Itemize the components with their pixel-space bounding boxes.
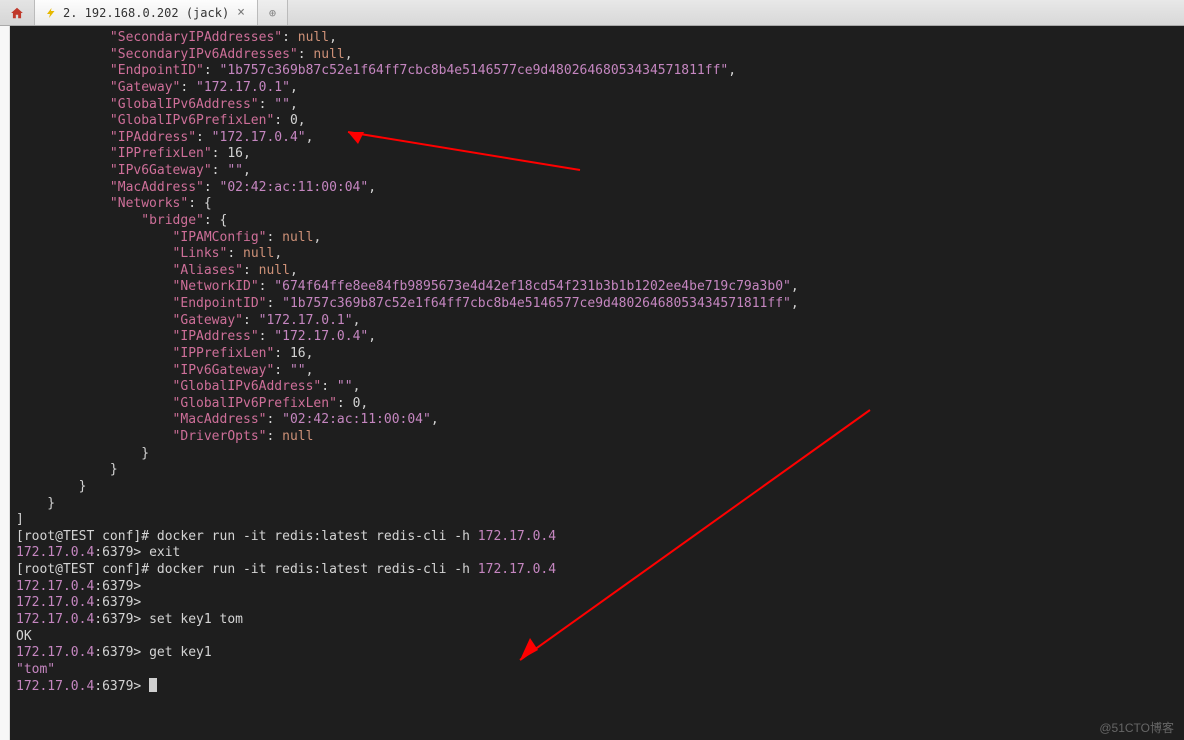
json-line: "GlobalIPv6Address": "", — [16, 379, 360, 394]
plus-icon: ⊕ — [269, 6, 276, 20]
json-line: "GlobalIPv6PrefixLen": 0, — [16, 113, 306, 128]
watermark: @51CTO博客 — [1099, 719, 1174, 736]
json-line: "Gateway": "172.17.0.1", — [16, 313, 360, 328]
left-gutter — [0, 26, 10, 740]
json-line: "IPAddress": "172.17.0.4", — [16, 329, 376, 344]
close-icon[interactable]: × — [235, 5, 247, 20]
json-line: } — [16, 479, 86, 494]
json-line: "SecondaryIPAddresses": null, — [16, 30, 337, 45]
json-line: "GlobalIPv6PrefixLen": 0, — [16, 396, 368, 411]
active-tab[interactable]: 2. 192.168.0.202 (jack) × — [35, 0, 258, 25]
home-icon — [10, 6, 24, 20]
shell-line: 172.17.0.4:6379> get key1 — [16, 645, 212, 660]
json-line: "Links": null, — [16, 246, 282, 261]
shell-line: [root@TEST conf]# docker run -it redis:l… — [16, 529, 556, 544]
new-tab-button[interactable]: ⊕ — [258, 0, 288, 25]
home-tab[interactable] — [0, 0, 35, 25]
terminal-output[interactable]: "SecondaryIPAddresses": null, "Secondary… — [10, 26, 1184, 740]
json-line: "EndpointID": "1b757c369b87c52e1f64ff7cb… — [16, 296, 799, 311]
json-line: "Gateway": "172.17.0.1", — [16, 80, 298, 95]
json-line: "IPPrefixLen": 16, — [16, 346, 313, 361]
tab-bar: 2. 192.168.0.202 (jack) × ⊕ — [0, 0, 1184, 26]
json-line: "DriverOpts": null — [16, 429, 313, 444]
json-line: "IPPrefixLen": 16, — [16, 146, 251, 161]
json-line: "MacAddress": "02:42:ac:11:00:04", — [16, 412, 439, 427]
shell-line: "tom" — [16, 662, 55, 677]
json-line: "Aliases": null, — [16, 263, 298, 278]
shell-line: 172.17.0.4:6379> — [16, 595, 149, 610]
json-line: "IPv6Gateway": "", — [16, 163, 251, 178]
shell-prompt-current[interactable]: 172.17.0.4:6379> — [16, 679, 157, 694]
shell-line: 172.17.0.4:6379> set key1 tom — [16, 612, 243, 627]
json-line: ] — [16, 512, 24, 527]
shell-line: OK — [16, 629, 32, 644]
json-line: } — [16, 462, 118, 477]
json-line: "MacAddress": "02:42:ac:11:00:04", — [16, 180, 376, 195]
shell-line: 172.17.0.4:6379> exit — [16, 545, 180, 560]
json-line: "GlobalIPv6Address": "", — [16, 97, 298, 112]
json-line: } — [16, 446, 149, 461]
shell-line: [root@TEST conf]# docker run -it redis:l… — [16, 562, 556, 577]
json-line: "IPv6Gateway": "", — [16, 363, 313, 378]
json-line: } — [16, 496, 55, 511]
shell-line: 172.17.0.4:6379> — [16, 579, 149, 594]
lightning-icon — [45, 7, 57, 19]
json-line: "IPAMConfig": null, — [16, 230, 321, 245]
json-line: "NetworkID": "674f64ffe8ee84fb9895673e4d… — [16, 279, 799, 294]
json-line: "bridge": { — [16, 213, 227, 228]
json-line: "Networks": { — [16, 196, 212, 211]
json-line: "EndpointID": "1b757c369b87c52e1f64ff7cb… — [16, 63, 736, 78]
cursor-icon — [149, 678, 157, 692]
json-line: "IPAddress": "172.17.0.4", — [16, 130, 313, 145]
json-line: "SecondaryIPv6Addresses": null, — [16, 47, 353, 62]
tab-title: 2. 192.168.0.202 (jack) — [63, 6, 229, 20]
